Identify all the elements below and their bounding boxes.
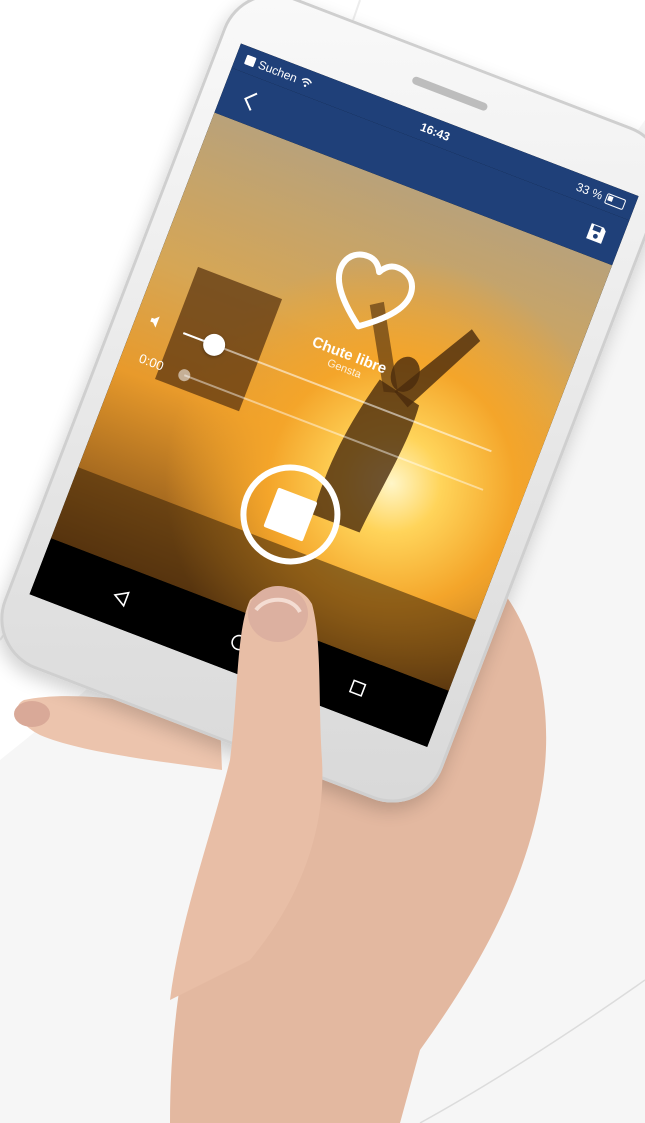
photo-scene: Suchen 16:43 33 % Chute libre Gensta 0:0… (0, 0, 645, 1123)
hand-thumb (170, 586, 323, 1000)
